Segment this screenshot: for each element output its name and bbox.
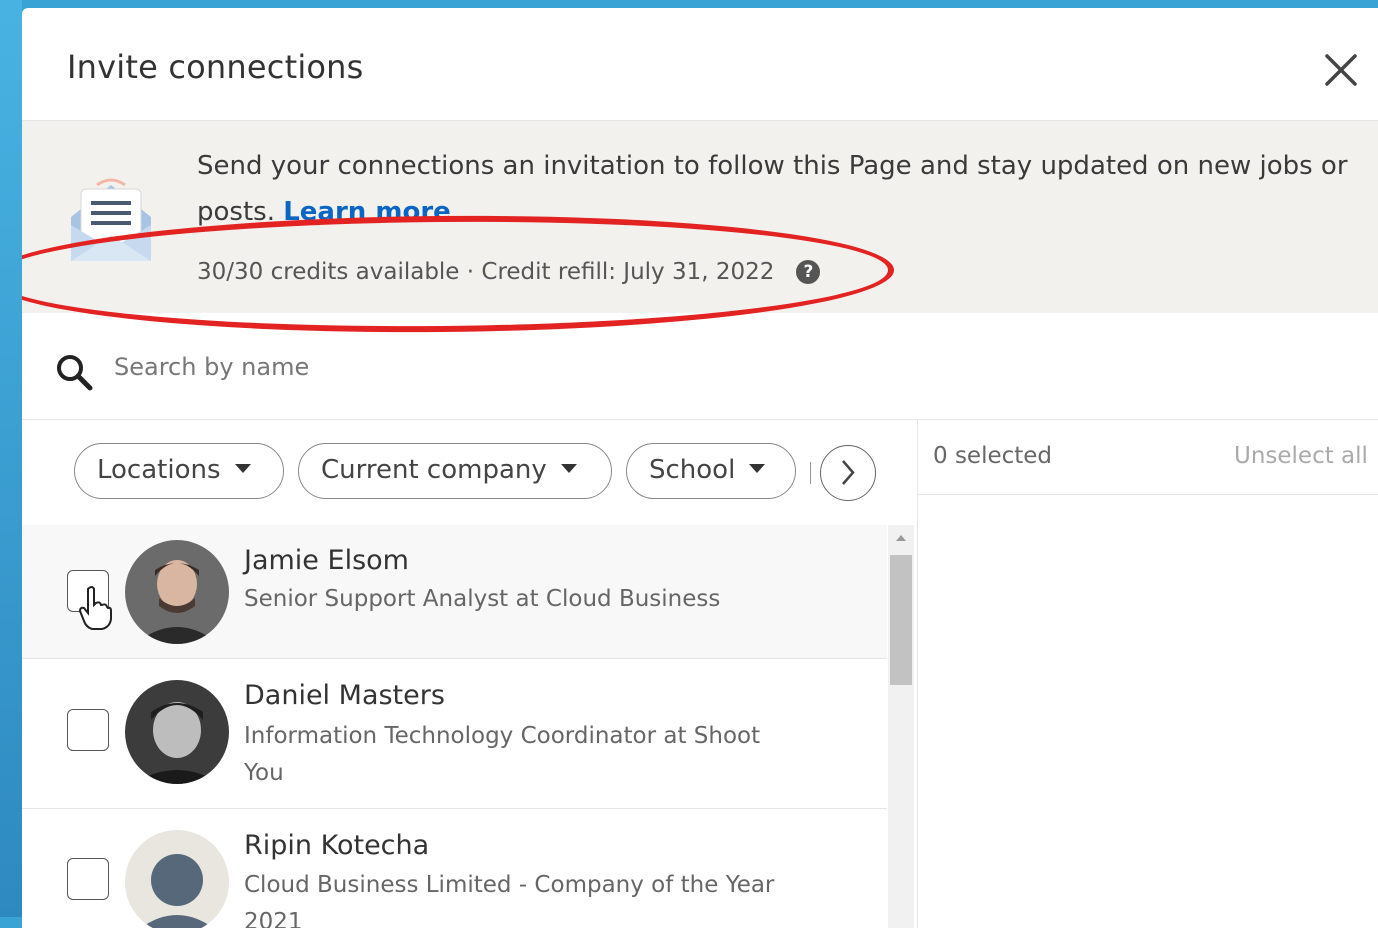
connection-headline: Senior Support Analyst at Cloud Business — [244, 586, 721, 612]
connection-checkbox[interactable] — [67, 709, 109, 751]
connection-row[interactable]: Jamie Elsom Senior Support Analyst at Cl… — [22, 525, 887, 659]
filter-bar: Locations Current company School — [22, 420, 917, 525]
envelope-icon — [71, 178, 151, 261]
invite-connections-dialog: Invite connections Send your connections… — [22, 8, 1378, 928]
search-bar — [22, 314, 1378, 420]
connections-list: Jamie Elsom Senior Support Analyst at Cl… — [22, 525, 887, 928]
scroll-up-arrow-icon[interactable] — [896, 535, 906, 541]
avatar — [125, 830, 229, 928]
unselect-all-button[interactable]: Unselect all — [1234, 443, 1368, 469]
list-scrollbar[interactable] — [888, 525, 914, 928]
info-banner: Send your connections an invitation to f… — [22, 121, 1378, 313]
banner-message: Send your connections an invitation to f… — [197, 143, 1377, 235]
connection-name[interactable]: Jamie Elsom — [244, 545, 409, 576]
help-icon[interactable]: ? — [796, 260, 821, 284]
filters-next-button[interactable] — [820, 445, 876, 501]
search-icon — [57, 355, 93, 391]
filter-locations[interactable]: Locations — [74, 443, 284, 499]
connection-headline: Cloud Business Limited - Company of the … — [244, 872, 775, 928]
filter-label: School — [649, 455, 736, 485]
connection-name[interactable]: Daniel Masters — [244, 680, 445, 711]
close-button[interactable] — [1317, 46, 1365, 94]
connections-pane: Locations Current company School Jamie E… — [22, 420, 918, 928]
selected-pane: 0 selected Unselect all — [918, 420, 1378, 928]
avatar — [125, 680, 229, 784]
dialog-header: Invite connections — [22, 8, 1378, 121]
search-input[interactable] — [112, 346, 916, 388]
connection-headline: Information Technology Coordinator at Sh… — [244, 723, 761, 786]
caret-down-icon — [749, 464, 766, 473]
connection-name[interactable]: Ripin Kotecha — [244, 830, 429, 861]
caret-down-icon — [560, 464, 577, 473]
filter-label: Current company — [321, 455, 547, 485]
avatar — [125, 540, 229, 644]
filter-current-company[interactable]: Current company — [298, 443, 612, 499]
connection-checkbox[interactable] — [67, 858, 109, 900]
selection-bar: 0 selected Unselect all — [918, 420, 1378, 495]
filter-divider — [810, 462, 811, 484]
selected-count: 0 selected — [933, 443, 1053, 469]
close-icon — [1325, 54, 1357, 86]
scrollbar-thumb[interactable] — [890, 555, 912, 685]
hand-cursor-icon — [78, 586, 112, 630]
background-strip — [0, 0, 22, 917]
credits-text: 30/30 credits available · Credit refill:… — [197, 259, 775, 285]
credits-status: 30/30 credits available · Credit refill:… — [197, 259, 821, 285]
caret-down-icon — [234, 464, 251, 473]
connection-row[interactable]: Ripin Kotecha Cloud Business Limited - C… — [22, 808, 887, 928]
connection-row[interactable]: Daniel Masters Information Technology Co… — [22, 658, 887, 809]
chevron-right-icon — [842, 460, 855, 485]
filter-school[interactable]: School — [626, 443, 796, 499]
dialog-title: Invite connections — [67, 48, 364, 86]
learn-more-link[interactable]: Learn more — [283, 197, 451, 227]
filter-label: Locations — [97, 455, 221, 485]
